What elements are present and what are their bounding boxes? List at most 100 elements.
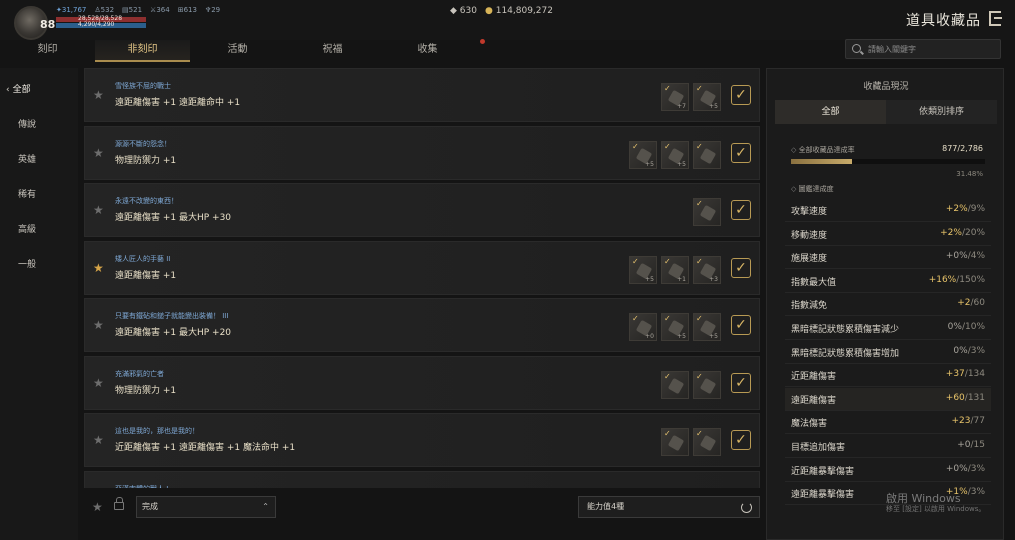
complete-check-icon[interactable]: ✓ [731,85,751,105]
check-icon: ✓ [664,429,671,438]
stat-row[interactable]: 攻擊速度 +2%/9% [785,199,991,222]
stat-row[interactable]: 施展速度 +0%/4% [785,246,991,270]
search-input[interactable] [868,42,993,56]
list-item[interactable]: ★ 永遠不改變的東西！ 遠距離傷害 +1 最大HP +30 ✓ ✓ [84,183,760,237]
stat-row[interactable]: 黑暗標記狀態累積傷害增加 0%/3% [785,341,991,364]
complete-check-icon[interactable]: ✓ [731,200,751,220]
item-enhance-level: +5 [645,275,654,283]
sidebar-item-heroic[interactable]: 英雄 [18,152,36,165]
list-item[interactable]: ★ 只要有鐵砧和鎚子就能變出裝備！ III 遠距離傷害 +1 最大HP +20 ✓ +0… [84,298,760,352]
sidebar-item-advanced[interactable]: 高級 [18,222,36,235]
main-tabs: 刻印 非刻印 活動 祝福 收集 [0,40,500,62]
tab-non-engraved[interactable]: 非刻印 [95,40,190,62]
item-slot[interactable]: ✓ [693,370,721,399]
item-slot[interactable]: ✓ +1 [661,255,689,284]
stat-label: 移動速度 [791,230,828,241]
list-item[interactable]: ★ 源源不斷的怨念！ 物理防禦力 +1 ✓ +5 ✓ +5 ✓ ✓ [84,125,760,180]
check-icon: ✓ [664,256,671,266]
required-items: ✓ +0 ✓ +5 ✓ +5 [629,313,721,341]
favorite-star-icon[interactable]: ★ [93,261,104,275]
item-slot[interactable]: ✓ +5 [629,255,657,284]
sidebar-item-common[interactable]: 一般 [18,257,36,270]
tab-by-category[interactable]: 依類別排序 [886,100,997,124]
stat-row[interactable]: 魔法傷害 +23/77 [785,411,991,435]
chevron-left-icon: ‹ [6,85,10,95]
complete-check-icon[interactable]: ✓ [731,257,751,278]
stat-filter-select[interactable]: 能力值4種 [578,496,760,518]
check-icon: ✓ [664,84,671,93]
lock-icon[interactable] [114,497,124,510]
stat-label: 施展速度 [791,254,828,265]
search-box[interactable] [845,39,1001,59]
item-slot[interactable]: ✓ +3 [693,255,721,284]
favorite-star-icon[interactable]: ★ [93,88,104,102]
item-slot[interactable]: ✓ +7 [661,83,689,111]
stat-row[interactable]: 遠距離傷害 +60/131 [785,387,991,411]
item-slot[interactable]: ✓ +5 [661,140,689,169]
stat-strip: ✦31,767 ♙532 ▤521 ⚔364 ⊞613 ♆29 [56,6,220,14]
item-enhance-level: +5 [645,160,654,168]
list-item[interactable]: ★ 矮人匠人的手藝 II 遠距離傷害 +1 ✓ +5 ✓ +1 ✓ +3 ✓ [84,240,760,295]
stat-row[interactable]: 指數減免 +2/60 [785,293,991,317]
tab-blessing[interactable]: 祝福 [285,40,380,62]
list-item[interactable]: ★ 雪怪族不屈的戰士 遠距離傷害 +1 遠距離命中 +1 ✓ +7 ✓ +5 ✓ [84,68,760,122]
item-slot[interactable]: ✓ [661,370,689,399]
chevron-up-icon: ⌃ [262,502,269,511]
item-slot[interactable]: ✓ [693,198,721,226]
stat-value: +16%/150% [928,274,985,285]
tab-collect[interactable]: 收集 [380,40,475,62]
stat-value: +37/134 [945,369,985,380]
favorite-star-icon[interactable]: ★ [93,376,104,390]
refresh-icon[interactable] [741,502,752,513]
exit-icon[interactable] [989,11,1002,26]
list-item[interactable]: ★ 充滿邪氣的亡者 物理防禦力 +1 ✓ ✓ ✓ [84,355,760,410]
complete-check-icon[interactable]: ✓ [731,372,751,393]
item-slot[interactable]: ✓ [693,140,721,169]
item-enhance-level: +1 [677,275,686,283]
list-item[interactable]: ★亞漢肉體的獸人 I [84,470,760,488]
sidebar-item-legendary[interactable]: 傳說 [18,117,36,130]
favorite-star-icon[interactable]: ★ [93,146,104,160]
tab-all[interactable]: 全部 [775,100,886,124]
item-slot[interactable]: ✓ +5 [661,313,689,341]
tab-engraved[interactable]: 刻印 [0,40,95,62]
collection-status-panel: 收藏品現況 全部 依類別排序 全部收藏品達成率 877/2,786 31.48%… [766,68,1004,540]
tab-event[interactable]: 活動 [190,40,285,62]
windows-watermark-sub: 移至 [設定] 以啟用 Windows。 [886,505,986,513]
item-slot[interactable]: ✓ +0 [629,313,657,341]
stat-value: +2/60 [957,298,985,309]
item-slot[interactable]: ✓ +5 [629,140,657,169]
stat-value: +60/131 [945,392,985,403]
status-filter-select[interactable]: 完成 ⌃ [136,496,276,518]
stat-row[interactable]: 目標追加傷害 +0/15 [785,435,991,458]
sidebar-item-all[interactable]: ‹ 全部 [6,82,31,95]
favorite-star-icon[interactable]: ★ [93,433,104,447]
check-icon: ✓ [632,314,639,323]
stat-label: 指數最大值 [791,277,837,288]
stat-row[interactable]: 近距離傷害 +37/134 [785,364,991,388]
check-icon: ✓ [632,141,639,151]
item-slot[interactable]: ✓ [661,428,689,456]
stat-row[interactable]: 移動速度 +2%/20% [785,223,991,246]
complete-check-icon[interactable]: ✓ [731,142,751,163]
stat-label: 近距離傷害 [791,372,837,383]
list-item[interactable]: ★ 這也是我的，那也是我的！ 近距離傷害 +1 遠距離傷害 +1 魔法命中 +1 ✓ ✓… [84,413,760,467]
top-status-bar: 88 ✦31,767 ♙532 ▤521 ⚔364 ⊞613 ♆29 28,52… [0,0,1015,40]
collection-name: 永遠不改變的東西！ [115,197,178,205]
complete-check-icon[interactable]: ✓ [731,315,751,335]
complete-check-icon[interactable]: ✓ [731,430,751,450]
search-icon [852,44,861,53]
favorite-filter-icon[interactable]: ★ [92,500,103,514]
collection-name: 雪怪族不屈的戰士 [115,82,171,90]
item-slot[interactable]: ✓ [693,428,721,456]
sidebar-item-rare[interactable]: 稀有 [18,187,36,200]
item-slot[interactable]: ✓ +5 [693,313,721,341]
stat-row[interactable]: 指數最大值 +16%/150% [785,270,991,293]
favorite-star-icon[interactable]: ★ [93,203,104,217]
stat-row[interactable]: 黑暗標記狀態累積傷害減少 0%/10% [785,317,991,340]
item-slot[interactable]: ✓ +5 [693,83,721,111]
check-icon: ✓ [696,371,703,381]
favorite-star-icon[interactable]: ★ [93,318,104,332]
stat-row[interactable]: 近距離暴擊傷害 +0%/3% [785,459,991,482]
stat-value: +0%/4% [945,251,985,262]
